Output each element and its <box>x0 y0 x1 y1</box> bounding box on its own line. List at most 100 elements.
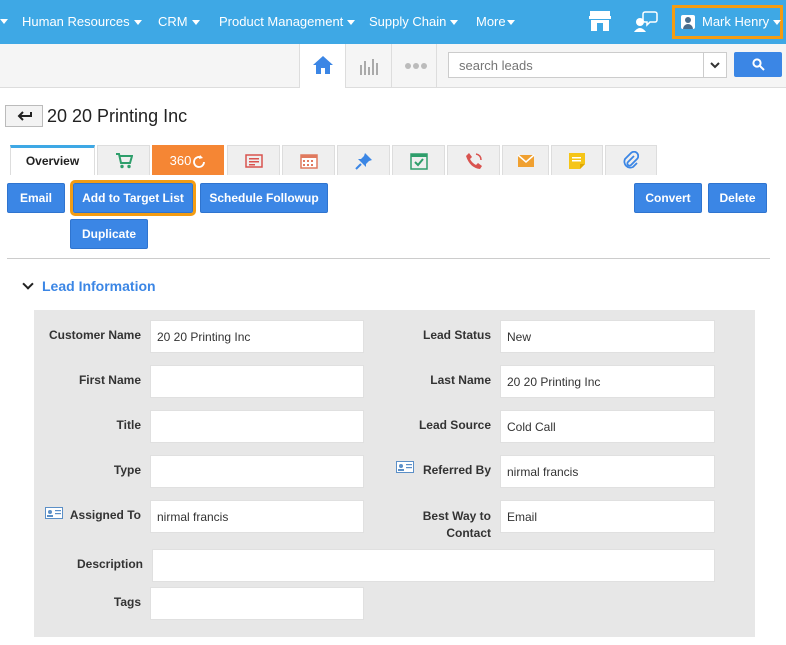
nav-human-resources[interactable]: Human Resources <box>22 0 142 44</box>
customer-name-field[interactable]: 20 20 Printing Inc <box>150 320 364 353</box>
nav-label: Supply Chain <box>369 14 447 29</box>
tab-pin[interactable] <box>337 145 390 175</box>
task-check-icon <box>409 152 428 170</box>
best-way-label-line1: Best Way to <box>422 509 491 523</box>
lead-information-toggle[interactable]: Lead Information <box>22 278 156 294</box>
caret-down-icon <box>133 20 142 26</box>
lead-status-label: Lead Status <box>422 328 491 342</box>
back-arrow-icon <box>17 111 32 121</box>
schedule-followup-button[interactable]: Schedule Followup <box>200 183 328 213</box>
first-name-label: First Name <box>78 373 141 387</box>
tags-field[interactable] <box>150 587 364 620</box>
home-tab[interactable] <box>299 44 345 88</box>
tab-calls[interactable] <box>447 145 500 175</box>
assigned-to-field[interactable]: nirmal francis <box>150 500 364 533</box>
section-title: Lead Information <box>42 278 156 294</box>
chevron-down-icon <box>22 278 34 290</box>
tab-calendar[interactable] <box>282 145 335 175</box>
tab-attachments[interactable] <box>605 145 657 175</box>
caret-down-icon <box>773 20 781 25</box>
type-field[interactable] <box>150 455 364 488</box>
store-icon[interactable] <box>588 10 614 34</box>
tab-360-label: 360 <box>169 153 192 168</box>
customer-name-label: Customer Name <box>48 328 141 342</box>
page-title: 20 20 Printing Inc <box>47 106 188 126</box>
delete-button[interactable]: Delete <box>708 183 767 213</box>
record-tabs: Overview 360 <box>0 145 786 175</box>
caret-down-icon <box>506 20 515 26</box>
referred-by-field[interactable]: nirmal francis <box>500 455 715 488</box>
caret-down-icon <box>450 20 459 26</box>
lead-source-label: Lead Source <box>418 418 491 432</box>
nav-label: CRM <box>158 14 188 29</box>
nav-supply-chain[interactable]: Supply Chain <box>369 0 459 44</box>
assigned-to-label: Assigned To <box>69 508 141 522</box>
calendar-icon <box>299 153 318 169</box>
tags-label: Tags <box>113 595 141 609</box>
best-way-label-line2: Contact <box>446 526 491 540</box>
description-field[interactable] <box>152 549 715 582</box>
nav-label: More <box>476 14 506 29</box>
convert-button[interactable]: Convert <box>634 183 702 213</box>
avatar <box>681 15 695 29</box>
phone-icon <box>465 152 482 169</box>
cart-icon <box>115 152 133 168</box>
email-button[interactable]: Email <box>7 183 65 213</box>
lead-status-field[interactable]: New <box>500 320 715 353</box>
caret-icon[interactable] <box>0 19 8 24</box>
lead-information-panel: Customer Name 20 20 Printing Inc Lead St… <box>34 310 755 637</box>
divider <box>7 258 770 259</box>
bar-chart-icon <box>360 59 378 75</box>
description-label: Description <box>76 557 143 571</box>
back-button[interactable] <box>5 105 43 127</box>
best-way-to-contact-label: Best Way to Contact <box>423 508 491 542</box>
best-way-to-contact-field[interactable]: Email <box>500 500 715 533</box>
first-name-field[interactable] <box>150 365 364 398</box>
refresh-icon <box>193 154 206 168</box>
nav-more[interactable]: More <box>476 0 515 44</box>
search-icon <box>752 58 765 71</box>
tab-products[interactable] <box>97 145 150 175</box>
tab-email[interactable] <box>502 145 549 175</box>
toolbar <box>0 44 786 88</box>
type-label: Type <box>113 463 141 477</box>
contact-card-icon[interactable] <box>45 507 63 519</box>
tab-360[interactable]: 360 <box>152 145 224 175</box>
nav-label: Product Management <box>219 14 344 29</box>
title-field[interactable] <box>150 410 364 443</box>
search-input[interactable] <box>448 52 704 78</box>
top-nav: Human Resources CRM Product Management S… <box>0 0 786 44</box>
tab-tasks[interactable] <box>392 145 445 175</box>
user-name: Mark Henry <box>702 14 770 29</box>
chat-icon[interactable] <box>632 10 658 34</box>
chevron-down-icon <box>710 62 720 69</box>
more-tab[interactable] <box>391 44 437 88</box>
user-menu[interactable]: Mark Henry <box>672 5 783 39</box>
lead-source-field[interactable]: Cold Call <box>500 410 715 443</box>
reports-tab[interactable] <box>345 44 391 88</box>
duplicate-button[interactable]: Duplicate <box>70 219 148 249</box>
tab-quotes[interactable] <box>227 145 280 175</box>
caret-down-icon <box>347 20 356 26</box>
nav-product-management[interactable]: Product Management <box>219 0 356 44</box>
contact-card-icon[interactable] <box>396 461 414 473</box>
envelope-icon <box>517 153 534 167</box>
home-icon <box>313 56 333 74</box>
add-to-target-list-button[interactable]: Add to Target List <box>70 180 196 216</box>
last-name-label: Last Name <box>430 373 491 387</box>
last-name-field[interactable]: 20 20 Printing Inc <box>500 365 715 398</box>
caret-down-icon <box>191 20 200 26</box>
nav-crm[interactable]: CRM <box>158 0 200 44</box>
search-button[interactable] <box>734 52 782 77</box>
paperclip-icon <box>623 150 639 168</box>
note-icon <box>569 152 585 169</box>
document-icon <box>244 153 263 168</box>
title-label: Title <box>116 418 141 432</box>
nav-label: Human Resources <box>22 14 130 29</box>
tab-notes[interactable] <box>551 145 603 175</box>
referred-by-label: Referred By <box>422 463 491 477</box>
tab-overview[interactable]: Overview <box>10 145 95 175</box>
pin-icon <box>354 152 372 170</box>
more-dots-icon <box>405 63 427 69</box>
search-dropdown[interactable] <box>703 52 727 78</box>
